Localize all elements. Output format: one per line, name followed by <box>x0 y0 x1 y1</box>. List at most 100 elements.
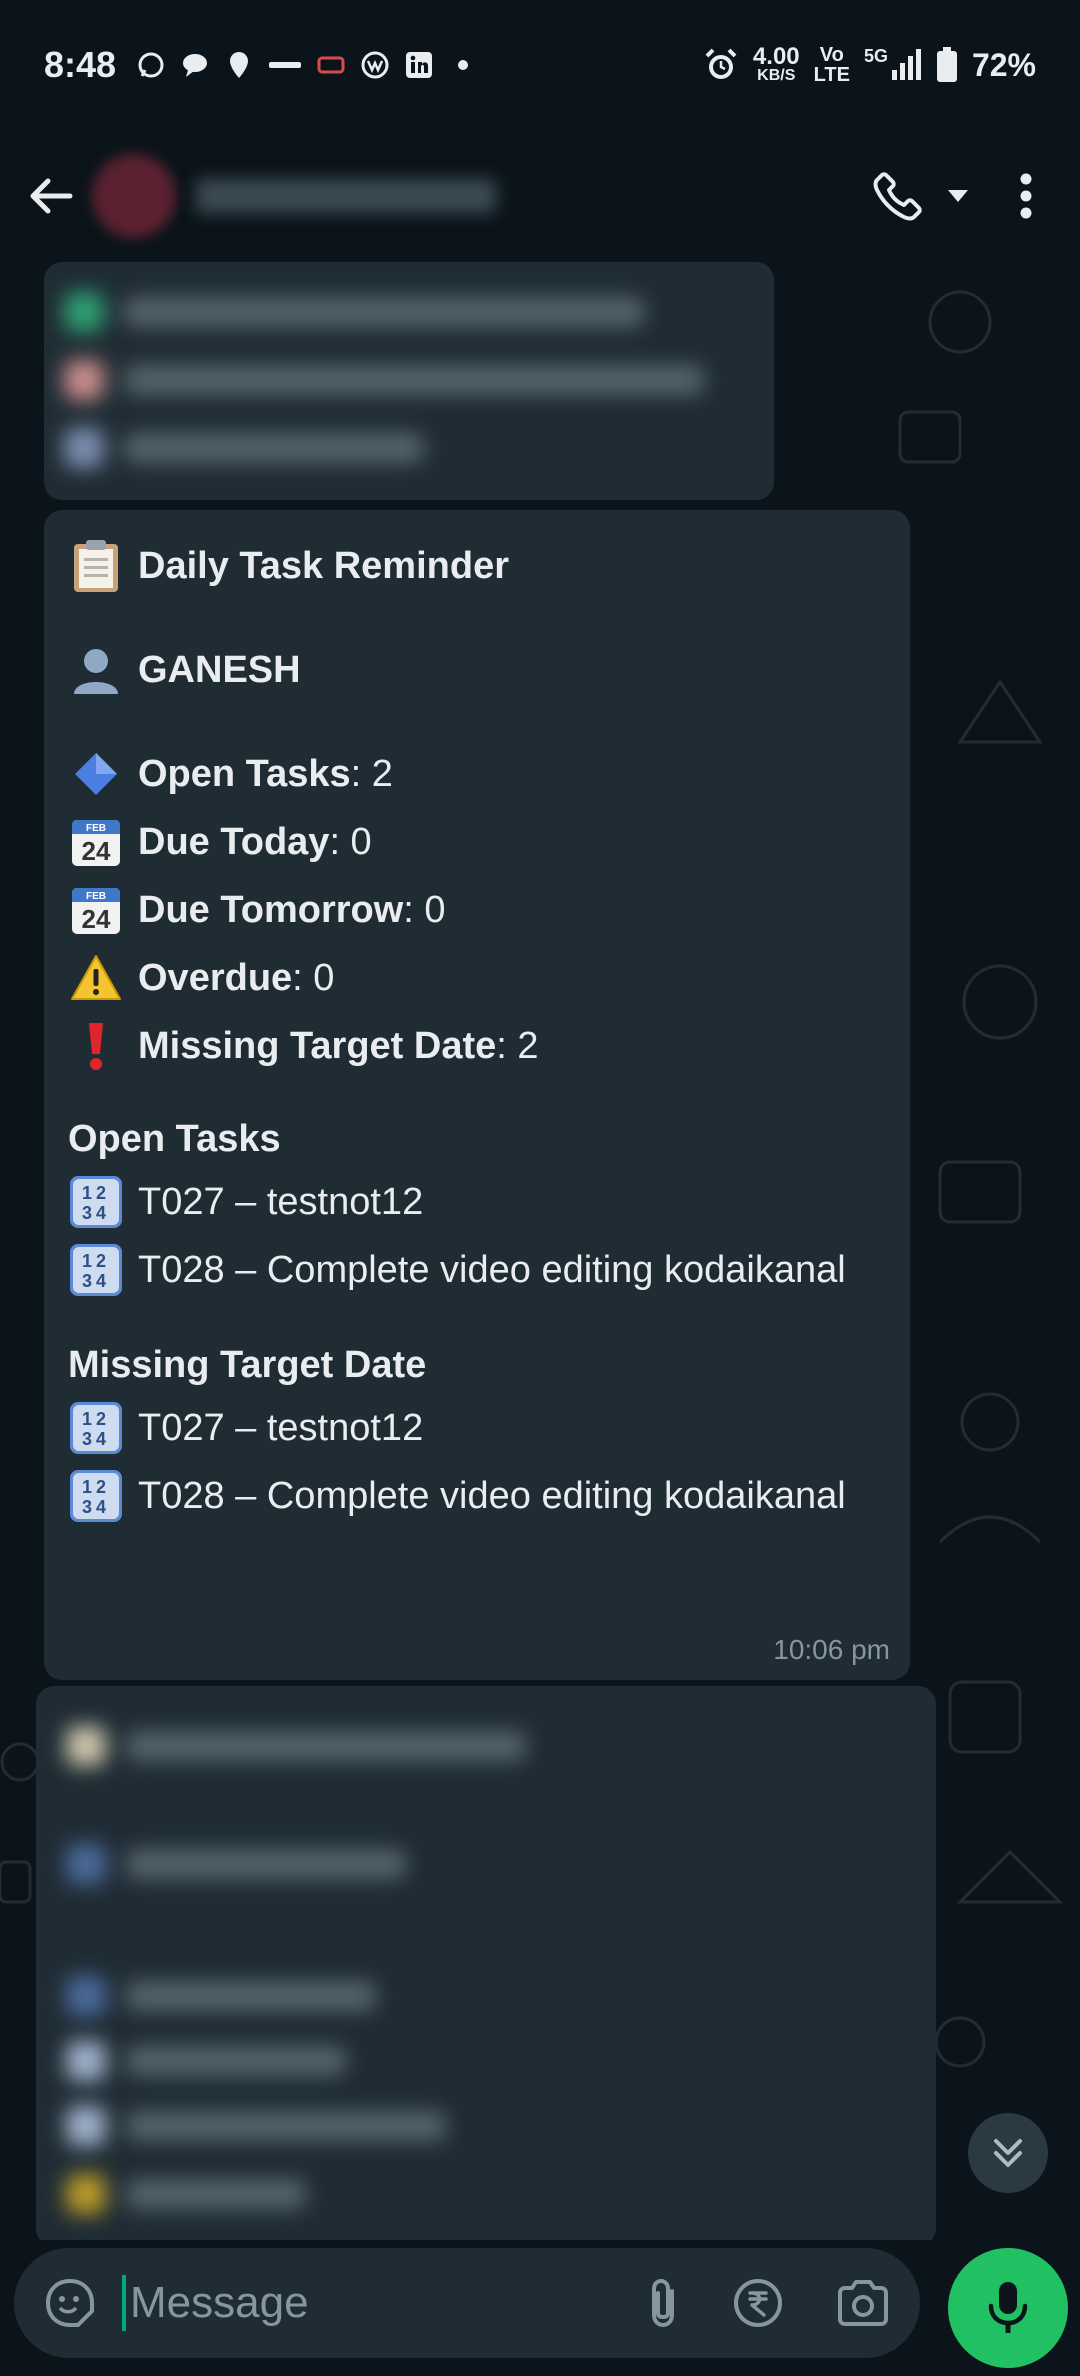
task-reminder-message[interactable]: Daily Task Reminder GANESH Open Tasks: 2… <box>44 510 910 1680</box>
message-composer: Message <box>14 2248 920 2358</box>
emoji-sticker-icon <box>45 2278 94 2327</box>
rupee-icon <box>734 2279 782 2327</box>
network-speed: 4.00 KB/S <box>752 43 800 84</box>
message-input[interactable]: Message <box>122 2275 646 2331</box>
stat-value: : 0 <box>292 957 335 999</box>
svg-text:12: 12 <box>82 1183 110 1203</box>
stat-label: Overdue <box>138 957 293 999</box>
stat-label: Missing Target Date <box>138 1025 497 1067</box>
message-bubble-redacted-top[interactable] <box>44 262 774 500</box>
chevron-down-icon <box>948 190 968 202</box>
input-numbers-icon: 12 34 <box>68 1242 124 1298</box>
contact-name-redacted[interactable] <box>196 179 496 213</box>
volte-indicator: Vo LTE <box>814 45 850 85</box>
calendar-day: 24 <box>82 904 111 934</box>
task-item: 12 34 T028 – Complete video editing kodaik… <box>68 1236 886 1304</box>
scroll-to-bottom-button[interactable] <box>968 2113 1048 2193</box>
paperclip-icon <box>652 2278 674 2328</box>
stat-line: Overdue: 0 <box>68 944 886 1012</box>
open-tasks-title: Open Tasks <box>68 1118 281 1160</box>
stat-label: Due Tomorrow <box>138 889 404 931</box>
battery-icon <box>936 47 958 83</box>
user-silhouette-icon <box>68 642 124 698</box>
status-right: 4.00 KB/S Vo LTE 5G 72% <box>703 45 1036 85</box>
chat-area[interactable]: Daily Task Reminder GANESH Open Tasks: 2… <box>0 262 1080 2240</box>
user-name: GANESH <box>138 649 301 691</box>
camera-icon <box>838 2280 888 2326</box>
calendar-icon: FEB 24 <box>68 882 124 938</box>
payment-button[interactable] <box>732 2277 784 2329</box>
message-timestamp: 10:06 pm <box>773 1634 890 1665</box>
stat-line: FEB 24 Due Tomorrow: 0 <box>68 876 886 944</box>
task-item: 12 34 T027 – testnot12 <box>68 1168 886 1236</box>
signal-bars-icon <box>891 49 921 80</box>
exclamation-icon <box>68 1018 124 1074</box>
location-pin-icon <box>224 50 254 80</box>
network-speed-unit: KB/S <box>757 67 796 84</box>
double-chevron-down-icon <box>994 2139 1022 2167</box>
chat-bubble-icon <box>180 50 210 80</box>
contact-avatar[interactable] <box>92 154 176 238</box>
network-type: 5G <box>863 46 888 66</box>
input-numbers-icon: 12 34 <box>68 1468 124 1524</box>
phone-icon <box>873 172 922 221</box>
task-text: T027 – testnot12 <box>138 1407 424 1449</box>
emoji-button[interactable] <box>44 2277 96 2329</box>
svg-text:34: 34 <box>82 1497 110 1517</box>
back-arrow-icon <box>30 178 73 214</box>
missing-target-title: Missing Target Date <box>68 1344 427 1386</box>
message-bubble-redacted-bottom[interactable] <box>36 1686 936 2240</box>
message-input-bar: Message <box>0 2240 1080 2376</box>
volte-top: Vo <box>819 44 844 66</box>
alarm-icon <box>703 47 739 83</box>
whatsapp-icon <box>136 50 166 80</box>
stat-label: Open Tasks <box>138 753 351 795</box>
message-title-line: Daily Task Reminder <box>68 532 886 600</box>
warning-icon <box>68 950 124 1006</box>
more-notifications-dot-icon <box>448 50 478 80</box>
camera-button[interactable] <box>836 2279 890 2327</box>
wallet-icon <box>360 50 390 80</box>
svg-text:34: 34 <box>82 1203 110 1223</box>
linkedin-icon <box>404 50 434 80</box>
task-item: 12 34 T027 – testnot12 <box>68 1394 886 1462</box>
svg-text:12: 12 <box>82 1477 110 1497</box>
input-numbers-icon: 12 34 <box>68 1174 124 1230</box>
calendar-month: FEB <box>86 891 106 902</box>
input-numbers-icon: 12 34 <box>68 1400 124 1456</box>
svg-text:12: 12 <box>82 1251 110 1271</box>
blue-diamond-icon <box>68 746 124 802</box>
calendar-month: FEB <box>86 823 106 834</box>
svg-text:12: 12 <box>82 1409 110 1429</box>
network-speed-value: 4.00 <box>752 43 800 70</box>
voice-call-button[interactable] <box>872 170 970 222</box>
status-time: 8:48 <box>44 44 117 85</box>
stat-line: FEB 24 Due Today: 0 <box>68 808 886 876</box>
stat-line: Missing Target Date: 2 <box>68 1012 886 1080</box>
signal-indicator: 5G <box>863 46 922 82</box>
user-line: GANESH <box>68 636 886 704</box>
more-options-button[interactable] <box>1006 173 1046 219</box>
stat-value: : 0 <box>329 821 372 863</box>
stat-value: : 2 <box>496 1025 539 1067</box>
chat-header <box>0 130 1080 262</box>
microphone-icon <box>988 2282 1028 2333</box>
status-bar: 8:48 4.00 KB/S Vo LTE 5G 72% <box>0 0 1080 130</box>
stat-line: Open Tasks: 2 <box>68 740 886 808</box>
missing-target-list: 12 34 T027 – testnot12 12 34 T028 – Complete … <box>68 1394 886 1530</box>
open-tasks-list: 12 34 T027 – testnot12 12 34 T028 – Complete … <box>68 1168 886 1304</box>
svg-text:34: 34 <box>82 1429 110 1449</box>
bus-icon <box>316 50 346 80</box>
battery-percent: 72% <box>971 46 1036 83</box>
task-text: T028 – Complete video editing kodaikanal <box>138 1249 846 1291</box>
task-stats: Open Tasks: 2 FEB 24 Due Today: 0 FEB 24 Due T… <box>68 740 886 1080</box>
calendar-day: 24 <box>82 836 111 866</box>
volte-bottom: LTE <box>813 64 850 86</box>
attach-button[interactable] <box>646 2277 680 2329</box>
voice-record-button[interactable] <box>948 2248 1068 2368</box>
back-button[interactable] <box>20 166 80 226</box>
more-vertical-icon <box>1020 173 1032 219</box>
stat-label: Due Today <box>138 821 330 863</box>
stat-value: : 2 <box>350 753 393 795</box>
task-text: T028 – Complete video editing kodaikanal <box>138 1475 846 1517</box>
